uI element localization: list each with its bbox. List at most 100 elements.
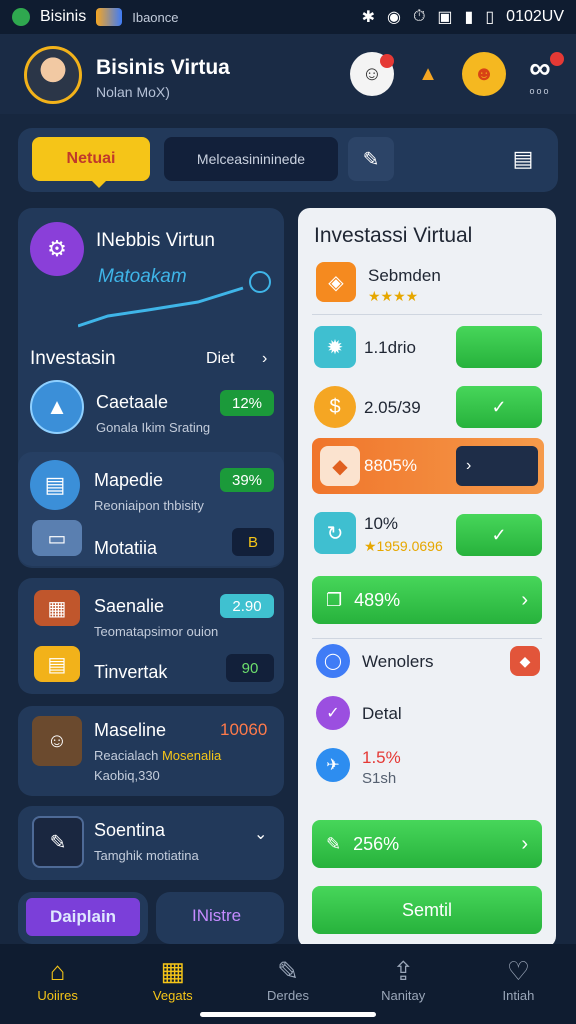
check-circle-icon: ✓ [316,696,350,730]
user-name: Nolan MoX) [96,84,170,100]
investment-panel: Investassi Virtual ◈ Sebmden ★★★★ ✹ 1.1d… [298,208,556,948]
list-item-card[interactable]: ✎ Soentina Tamghik motiatina ⌄ [18,806,284,880]
upload-icon: ⇪ [392,956,415,986]
chat-icon: ◯ [316,644,350,678]
bottom-right-card[interactable]: INistre [156,892,284,944]
check-button[interactable]: ✓ [456,386,542,428]
chevron-right-icon: › [466,457,472,474]
toolbar: Netuai Melceasinininede ✎ ▤ [18,128,558,192]
top-label: Sebmden [368,266,441,285]
wallet-icon: ▦ [34,590,80,626]
nav-label: Intiah [502,988,535,1003]
wide-button-label: 256% [353,833,400,854]
wide-action-button[interactable]: ✎ 256% › [312,820,542,868]
bell-icon: ▲ [418,62,438,85]
home-icon: ⌂ [49,956,66,986]
list-item-card[interactable]: ☺ Maseline 10060 Reacialach Mosenalia Ka… [18,706,284,796]
laptop-icon: ▭ [32,520,82,556]
heart-icon: ♡ [506,956,531,986]
panel-title: Investassi Virtual [314,224,473,247]
alert-icon[interactable]: ◆ [510,646,540,676]
notification-dot [550,52,564,66]
hero-logo-text: Matoakam [98,266,187,287]
send-icon: ✈ [316,748,350,782]
list-label[interactable]: Wenolers [362,652,434,672]
emoji-avatar-button[interactable]: ☻ [462,52,506,96]
nav-label: Uoiires [37,988,78,1003]
bell-button[interactable]: ▲ [406,52,450,96]
bluetooth-icon: ✱ [361,9,375,26]
daiplain-button[interactable]: Daiplain [26,898,140,936]
menu-button[interactable]: ∞ ooo [518,52,564,96]
chart-icon: ▤ [512,146,534,171]
edit-icon: ✎ [326,833,342,854]
status-time: 0102UV [506,8,564,25]
home-indicator[interactable] [200,1012,376,1017]
signal-icon: ▮ [464,9,474,26]
nav-home[interactable]: ⌂ Uoiires [0,944,115,1024]
row-subvalue: ★1959.0696 [364,538,443,554]
wide-button-label: 489% [354,589,401,610]
check-button[interactable]: ✓ [456,514,542,556]
item-subtitle: Tamghik motiatina [94,848,199,863]
gear-badge-icon: ✹ [314,326,356,368]
edit-button[interactable]: ✎ [348,137,394,181]
check-icon: ✓ [491,524,507,545]
chevron-button[interactable]: › [456,446,538,486]
list-item-card[interactable]: ▤ Mapedie Reoniaipon thbisity 39% ▭ Mota… [18,452,284,566]
bottom-right-label: INistre [192,906,242,925]
list-label[interactable]: Detal [362,704,402,724]
row-value: 8805% [364,456,417,475]
chevron-right-icon[interactable]: › [262,350,267,368]
nav-label: Nanitay [381,988,426,1003]
chef-avatar-button[interactable]: ☺ [350,52,394,96]
menu-label: ooo [529,86,551,96]
camera-icon: ▣ [437,9,453,26]
face-icon: ☻ [473,62,495,85]
item-subtitle-2: Kaobiq,330 [94,768,160,783]
item-badge: 12% [220,390,274,416]
row-action-button[interactable] [456,326,542,368]
chart-icon: ▦ [160,956,186,986]
list-item-card[interactable]: ▦ Saenalie 2.90 Teomatapsimor ouion ▤ Ti… [18,578,284,694]
nav-intiah[interactable]: ♡ Intiah [461,944,576,1024]
item-subtitle: Teomatapsimor ouion [94,624,219,639]
avatar[interactable] [24,46,82,104]
box-icon: ◈ [316,262,356,302]
list-sublabel: S1sh [362,770,397,787]
section-link[interactable]: Diet [206,350,234,368]
hero-logo: Matoakam [77,264,278,334]
edit-icon: ✎ [362,148,380,171]
nav-label: Derdes [267,988,309,1003]
wide-action-button[interactable]: ❐ 489% › [312,576,542,624]
tab-netuai[interactable]: Netuai [32,137,150,188]
coin-icon: $ [314,386,356,428]
ticket-icon: ◆ [320,446,360,486]
submit-button[interactable]: Semtil [312,886,542,934]
item-subtitle: Reacialach Mosenalia [94,748,221,763]
search-field[interactable]: Melceasinininede [164,137,338,181]
row-value: 2.05/39 [364,398,421,417]
battery-icon: ▯ [485,9,495,26]
item-subtitle: Reoniaipon thbisity [94,498,204,513]
navigation-icon: ▲ [30,380,84,434]
item-title: Soentina [94,820,166,840]
list-label: 1.5% [362,748,401,767]
copy-icon: ❐ [326,589,343,610]
cash-register-icon: ▤ [34,646,80,682]
refresh-icon: ↻ [314,512,356,554]
chevron-down-icon[interactable]: ⌄ [254,824,267,844]
document-icon: ▤ [30,460,80,510]
item-subtitle-highlight: Mosenalia [161,748,222,763]
item-badge: 39% [220,468,274,492]
item-title: Motatiia [94,538,158,558]
chevron-right-icon: › [521,588,528,611]
item-badge: 2.90 [220,594,274,618]
submit-label: Semtil [401,899,452,920]
item-title: Saenalie [94,596,165,616]
chart-button[interactable]: ▤ [506,142,540,176]
chevron-right-icon: › [521,832,528,855]
status-app-name: Bisinis [40,8,87,25]
bottom-left-card[interactable]: Daiplain [18,892,148,944]
item-badge: 90 [226,654,274,682]
